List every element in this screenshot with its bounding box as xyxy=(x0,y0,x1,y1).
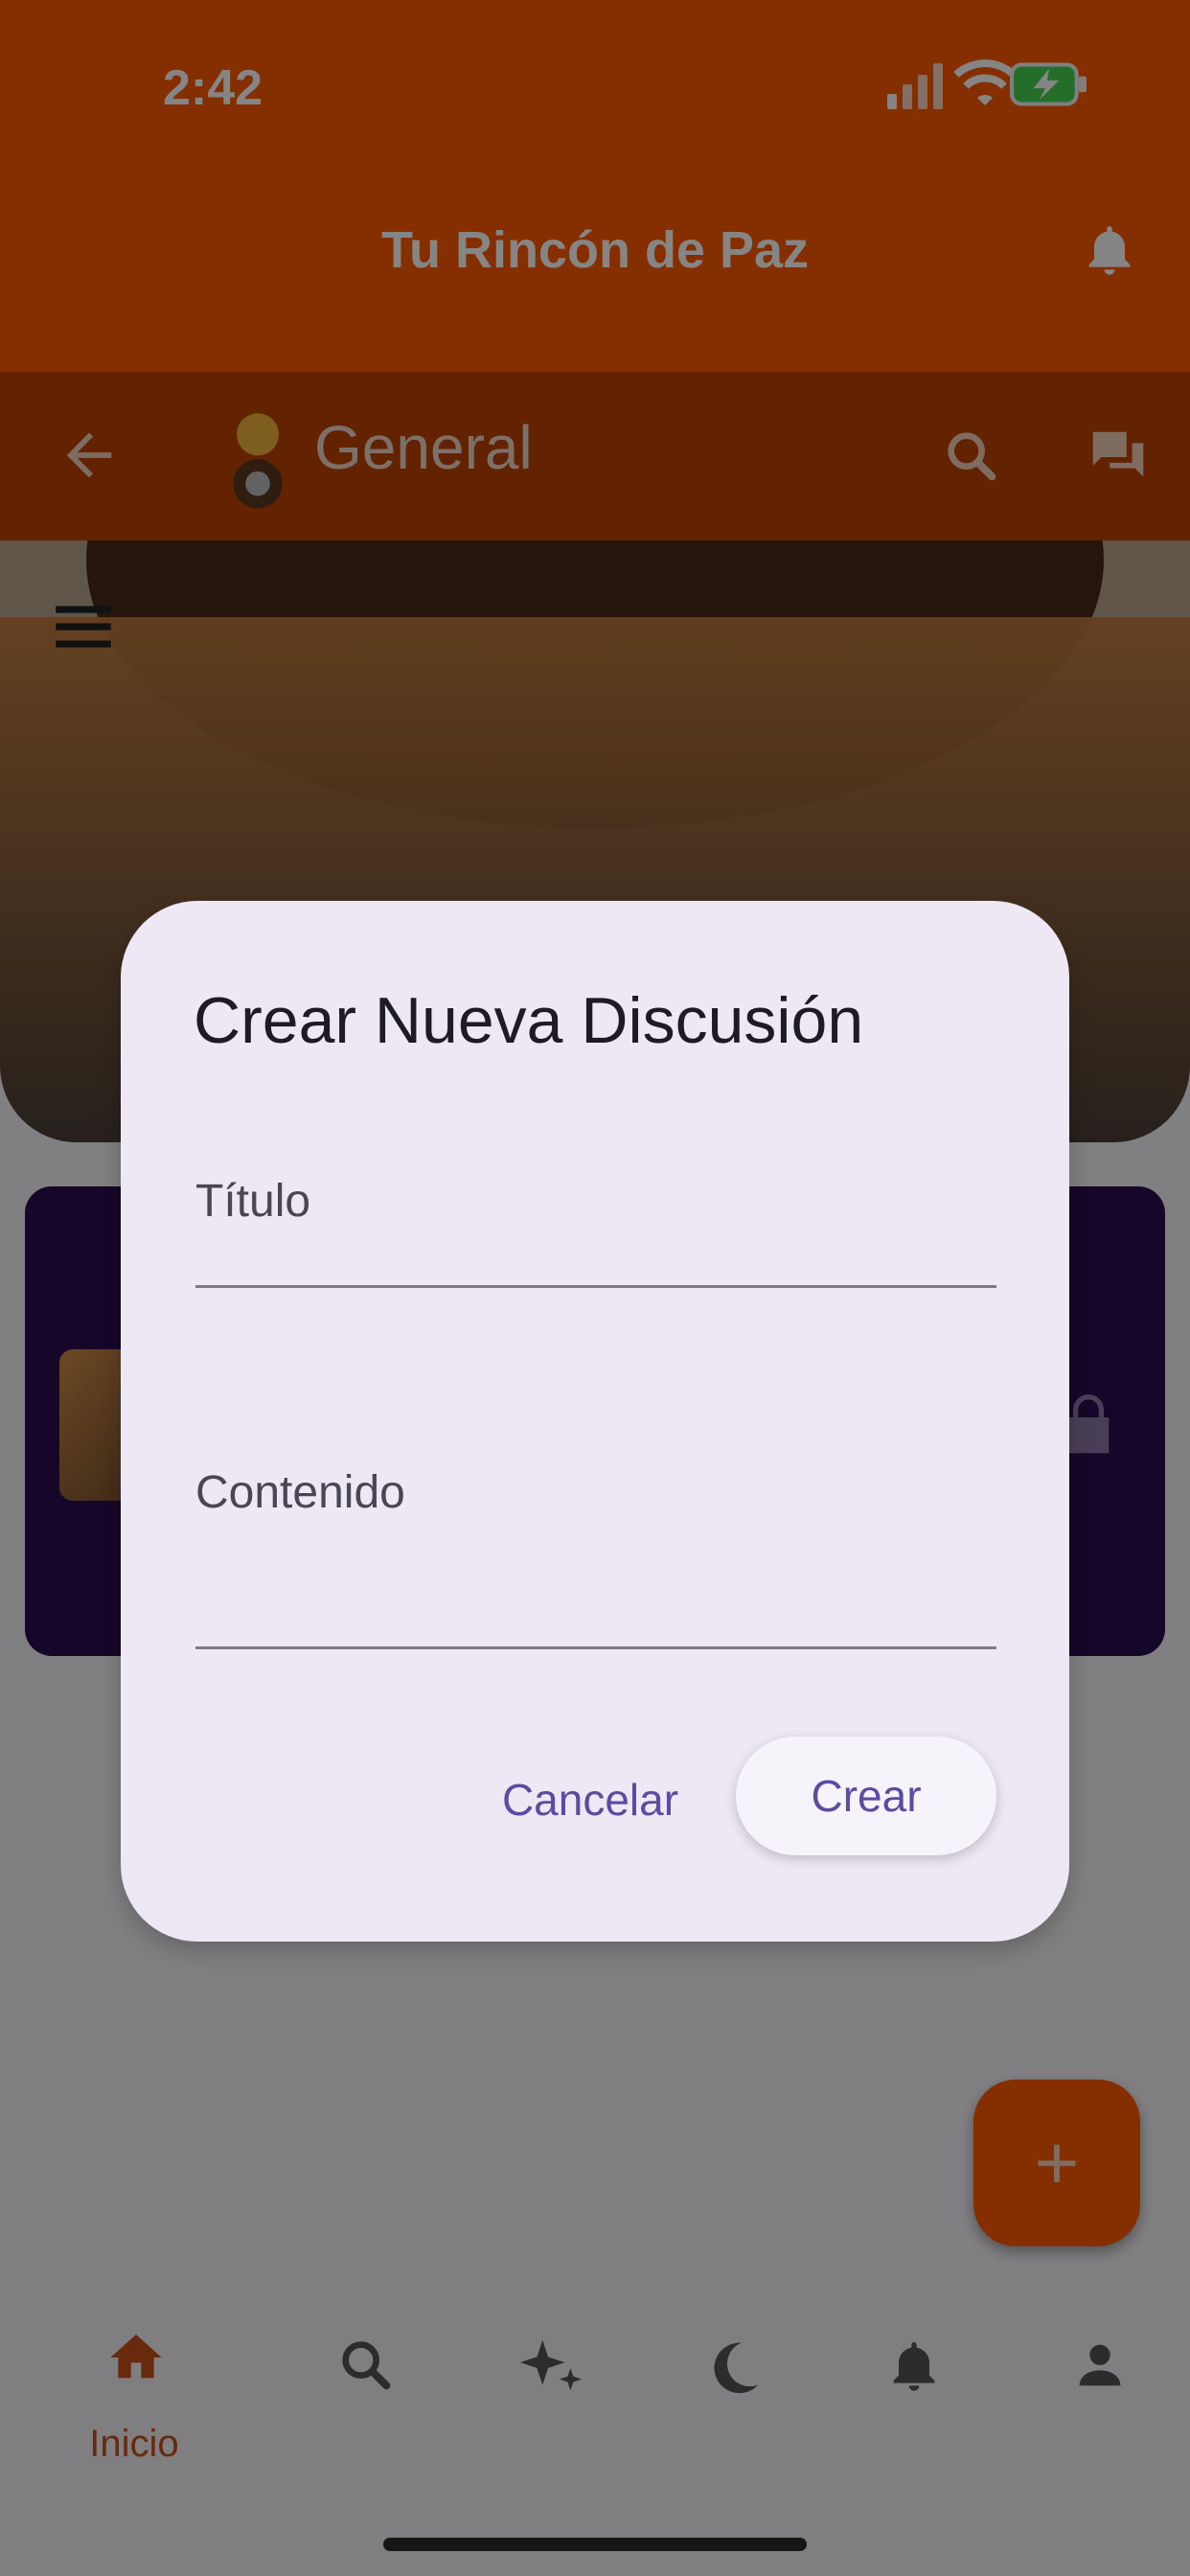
title-field-label: Título xyxy=(195,1176,311,1227)
title-input[interactable] xyxy=(195,1285,996,1288)
content-input[interactable] xyxy=(195,1646,996,1649)
create-discussion-dialog: Crear Nueva Discusión Título Contenido C… xyxy=(121,901,1069,1942)
create-button[interactable]: Crear xyxy=(736,1736,996,1855)
dialog-title: Crear Nueva Discusión xyxy=(194,984,864,1057)
cancel-button[interactable]: Cancelar xyxy=(475,1760,705,1840)
content-field-label: Contenido xyxy=(195,1467,405,1518)
